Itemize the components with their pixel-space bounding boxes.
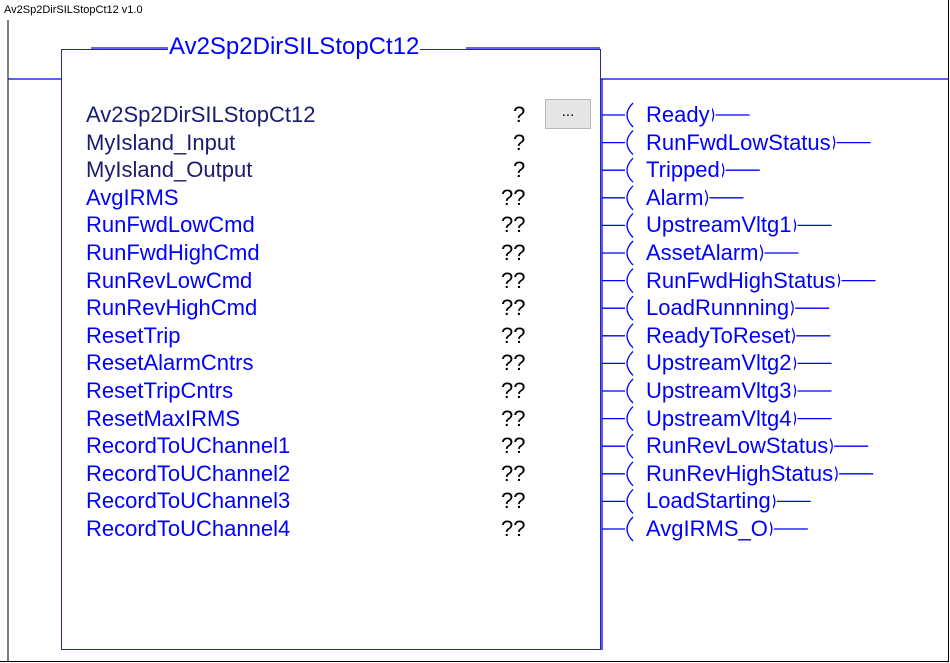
output-coil-label[interactable]: UpstreamVltg3 <box>644 378 794 404</box>
parameter-name[interactable]: AvgIRMS <box>86 185 179 211</box>
coil-left-arc <box>626 212 634 238</box>
output-coil-label[interactable]: RunFwdLowStatus <box>644 129 833 156</box>
parameter-name[interactable]: ResetAlarmCntrs <box>86 350 253 376</box>
parameter-name[interactable]: RecordToUChannel2 <box>86 461 290 487</box>
coil-left-arc <box>626 268 634 294</box>
parameter-value[interactable]: ?? <box>501 240 525 266</box>
parameter-value[interactable]: ? <box>513 157 525 183</box>
output-coil-label[interactable]: Ready <box>644 102 712 128</box>
parameter-value[interactable]: ?? <box>501 378 525 404</box>
output-coil-label[interactable]: UpstreamVltg1 <box>644 212 794 239</box>
output-coil-label[interactable]: Alarm <box>644 184 706 211</box>
parameter-name[interactable]: MyIsland_Input <box>86 130 235 156</box>
parameter-name[interactable]: ResetTripCntrs <box>86 378 233 404</box>
parameter-value[interactable]: ?? <box>501 295 525 321</box>
parameter-value[interactable]: ?? <box>501 516 525 542</box>
ladder-rung-canvas: Av2Sp2DirSILStopCt12 v1.0 Av2Sp2DirSILSt… <box>0 0 949 662</box>
parameter-name[interactable]: RunRevHighCmd <box>86 295 257 321</box>
coil-left-arc <box>626 350 634 376</box>
parameter-value[interactable]: ?? <box>501 323 525 349</box>
coil-left-arc <box>626 406 634 432</box>
parameter-value[interactable]: ?? <box>501 185 525 211</box>
output-coil-label[interactable]: UpstreamVltg4 <box>644 405 794 432</box>
parameter-name[interactable]: ResetMaxIRMS <box>86 406 240 432</box>
coil-left-arc <box>626 295 634 321</box>
coil-left-arc <box>626 488 634 514</box>
output-coil-label[interactable]: LoadStarting <box>644 488 773 515</box>
browse-button[interactable]: ... <box>545 99 591 129</box>
parameter-value[interactable]: ? <box>513 102 525 128</box>
output-coil-label[interactable]: LoadRunnning <box>644 295 792 322</box>
parameter-value[interactable]: ?? <box>501 406 525 432</box>
block-title: Av2Sp2DirSILStopCt12 <box>168 33 421 61</box>
coil-left-arc <box>626 102 634 128</box>
parameter-name[interactable]: RunFwdHighCmd <box>86 240 260 266</box>
coil-left-arc <box>626 461 634 487</box>
coil-left-arc <box>626 323 634 349</box>
parameter-value[interactable]: ?? <box>501 268 525 294</box>
output-coil-label[interactable]: RunRevHighStatus <box>644 460 836 487</box>
parameter-name[interactable]: Av2Sp2DirSILStopCt12 <box>86 102 316 128</box>
coil-left-arc <box>626 157 634 183</box>
parameter-name[interactable]: MyIsland_Output <box>86 157 252 183</box>
output-coil-label[interactable]: ReadyToReset <box>644 322 793 349</box>
parameter-name[interactable]: RecordToUChannel1 <box>86 433 290 459</box>
coil-left-arc <box>626 433 634 459</box>
parameter-value[interactable]: ?? <box>501 350 525 376</box>
output-coil-label[interactable]: UpstreamVltg2 <box>644 350 794 377</box>
parameter-value[interactable]: ? <box>513 130 525 156</box>
parameter-name[interactable]: RecordToUChannel4 <box>86 516 290 542</box>
parameter-name[interactable]: ResetTrip <box>86 323 181 349</box>
coil-left-arc <box>626 240 634 266</box>
coil-left-arc <box>626 185 634 211</box>
parameter-value[interactable]: ?? <box>501 212 525 238</box>
parameter-value[interactable]: ?? <box>501 433 525 459</box>
output-coil-label[interactable]: AssetAlarm <box>644 240 761 266</box>
output-coil-label[interactable]: Tripped <box>644 157 722 184</box>
output-coil-label[interactable]: AvgIRMS_O <box>644 516 770 542</box>
parameter-name[interactable]: RunRevLowCmd <box>86 268 252 294</box>
output-coil-label[interactable]: RunRevLowStatus <box>644 433 831 460</box>
output-coil-label[interactable]: RunFwdHighStatus <box>644 267 838 294</box>
parameter-value[interactable]: ?? <box>501 488 525 514</box>
coil-left-arc <box>626 130 634 156</box>
coil-left-arc <box>626 516 634 542</box>
parameter-name[interactable]: RunFwdLowCmd <box>86 212 255 238</box>
parameter-name[interactable]: RecordToUChannel3 <box>86 488 290 514</box>
coil-left-arc <box>626 378 634 404</box>
parameter-value[interactable]: ?? <box>501 461 525 487</box>
